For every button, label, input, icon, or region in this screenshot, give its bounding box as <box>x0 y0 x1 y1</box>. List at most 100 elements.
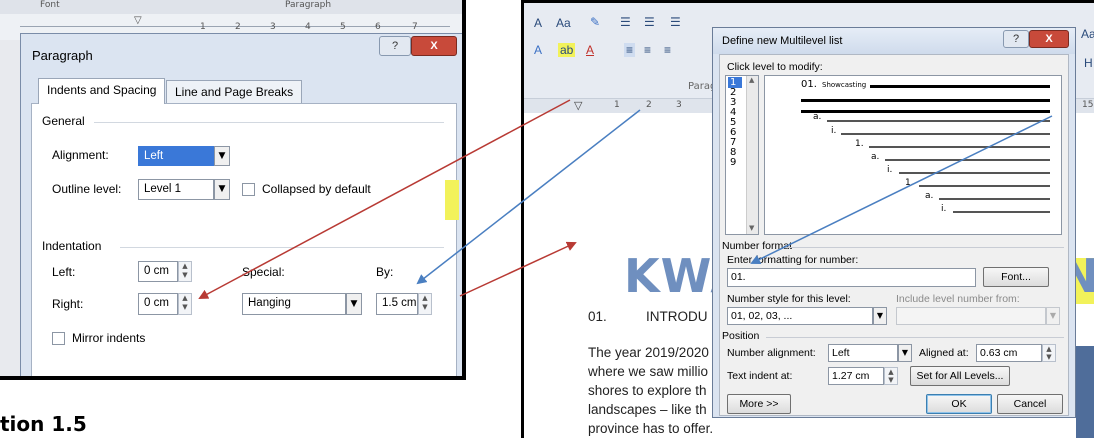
scrollbar[interactable]: ▲ ▼ <box>746 76 758 234</box>
number-style-label: Number style for this level: <box>727 293 851 305</box>
change-case-icon[interactable]: Aa <box>556 16 571 30</box>
text-effects-icon[interactable]: A <box>534 43 542 57</box>
tab-line-and-page-breaks[interactable]: Line and Page Breaks <box>166 80 303 104</box>
preview-label: a. <box>813 112 822 122</box>
indentation-heading: Indentation <box>42 239 102 253</box>
position-heading: Position <box>722 330 760 342</box>
font-color-icon[interactable]: A <box>586 43 594 57</box>
left-indent-input[interactable]: 0 cm <box>138 261 178 282</box>
aligned-at-label: Aligned at: <box>919 347 969 359</box>
scroll-down-icon[interactable]: ▼ <box>749 224 754 232</box>
dialog-title: Define new Multilevel list <box>722 35 843 47</box>
include-level-label: Include level number from: <box>896 293 1020 305</box>
collapsed-checkbox[interactable] <box>242 183 255 196</box>
spinner-icon[interactable]: ▲ ▼ <box>1042 344 1056 362</box>
close-icon: X <box>430 40 438 52</box>
dropdown-arrow-icon[interactable]: ▼ <box>873 307 887 325</box>
group-divider <box>766 337 1064 338</box>
spinner-icon[interactable]: ▲ ▼ <box>178 293 192 315</box>
ruler-number: 1 <box>200 22 206 32</box>
tab-indents-and-spacing[interactable]: Indents and Spacing <box>38 78 166 104</box>
dropdown-arrow-icon[interactable]: ▼ <box>346 293 362 315</box>
mirror-indents-checkbox[interactable] <box>52 332 65 345</box>
ruler-number: 6 <box>375 22 381 32</box>
spinner-icon[interactable]: ▲ ▼ <box>884 367 898 385</box>
number-alignment-select[interactable]: Left <box>828 344 898 362</box>
cancel-button[interactable]: Cancel <box>997 394 1063 414</box>
heading-number: 01. <box>588 309 607 324</box>
close-button[interactable]: X <box>411 36 457 56</box>
more-label: More >> <box>739 398 779 410</box>
special-value: Hanging <box>248 297 291 309</box>
right-indent-input[interactable]: 0 cm <box>138 293 178 315</box>
set-for-all-levels-button[interactable]: Set for All Levels... <box>910 366 1010 386</box>
ruler-number: 1 <box>614 100 620 110</box>
left-indent-value: 0 cm <box>144 265 169 277</box>
help-button[interactable]: ? <box>1003 30 1029 48</box>
preview-label: 1. <box>905 178 914 188</box>
alignment-value: Left <box>144 150 164 162</box>
aligned-at-input[interactable]: 0.63 cm <box>976 344 1042 362</box>
level-listbox[interactable]: 1 2 3 4 5 6 7 8 9 ▲ ▼ <box>725 75 759 235</box>
general-heading: General <box>42 114 85 128</box>
help-button[interactable]: ? <box>379 36 411 56</box>
by-value: 1.5 cm <box>382 297 417 309</box>
ruler-number: 5 <box>340 22 346 32</box>
list-preview[interactable]: 01. Showcasting a. i. 1. a. i. 1. a. i. <box>764 75 1062 235</box>
text-indent-input[interactable]: 1.27 cm <box>828 367 884 385</box>
paragraph-group-label: Paragraph <box>285 0 332 10</box>
by-label: By: <box>376 265 394 279</box>
dialog-body: Click level to modify: 1 2 3 4 5 6 7 8 9… <box>719 54 1069 416</box>
scroll-up-icon[interactable]: ▲ <box>749 76 754 84</box>
number-format-heading: Number format <box>722 240 793 252</box>
close-button[interactable]: X <box>1029 30 1069 48</box>
ruler-number: 7 <box>412 22 418 32</box>
clear-formatting-icon[interactable]: ✎ <box>590 15 600 29</box>
outline-level-label: Outline level: <box>52 182 122 196</box>
ruler-indent-marker-icon[interactable]: ▽ <box>574 99 582 112</box>
ruler-indent-marker-icon[interactable]: ▽ <box>134 15 142 26</box>
spinner-icon[interactable]: ▲ ▼ <box>418 293 432 315</box>
right-indent-value: 0 cm <box>144 297 169 309</box>
preview-label: i. <box>887 165 893 175</box>
body-line: shores to explore th <box>588 383 707 398</box>
number-format-input[interactable]: 01. <box>727 268 976 287</box>
font-button[interactable]: Font... <box>983 267 1049 287</box>
outline-level-select[interactable]: Level 1 <box>138 179 214 200</box>
multilevel-list-icon[interactable]: ☰ <box>670 15 681 29</box>
ok-button[interactable]: OK <box>926 394 992 414</box>
dropdown-arrow-icon[interactable]: ▼ <box>898 344 912 362</box>
align-left-icon[interactable]: ≡ <box>624 43 636 57</box>
grow-font-icon[interactable]: A <box>534 16 542 30</box>
body-line: landscapes – like th <box>588 402 707 417</box>
more-button[interactable]: More >> <box>727 394 791 414</box>
dropdown-arrow-icon[interactable]: ▼ <box>214 146 230 166</box>
special-select[interactable]: Hanging <box>242 293 346 315</box>
number-style-value: 01, 02, 03, ... <box>731 310 793 322</box>
tab-content: General Alignment: Left ▼ Outline level:… <box>31 103 457 376</box>
word-screenshot-panel: A Aa ✎ ☰ ☰ ☰ A ab A ≡ ≡ ≡ Parag Aa H ▽ 1… <box>521 0 1094 438</box>
styles-gallery-partial[interactable]: H <box>1084 56 1093 70</box>
highlight-icon[interactable]: ab <box>558 43 576 57</box>
dropdown-arrow-icon[interactable]: ▼ <box>1046 307 1060 325</box>
group-divider <box>94 122 444 123</box>
spinner-icon[interactable]: ▲ ▼ <box>178 261 192 282</box>
level-item[interactable]: 9 <box>730 158 736 168</box>
by-input[interactable]: 1.5 cm <box>376 293 418 315</box>
number-alignment-value: Left <box>832 347 850 359</box>
alignment-select[interactable]: Left <box>138 146 214 166</box>
align-center-icon[interactable]: ≡ <box>644 43 651 57</box>
styles-gallery-partial[interactable]: Aa <box>1081 27 1094 41</box>
body-line: The year 2019/2020 <box>588 345 709 360</box>
dropdown-arrow-icon[interactable]: ▼ <box>214 179 230 200</box>
include-level-select[interactable] <box>896 307 1046 325</box>
body-line: where we saw millio <box>588 364 709 379</box>
group-divider <box>784 247 1064 248</box>
number-style-select[interactable]: 01, 02, 03, ... <box>727 307 873 325</box>
align-right-icon[interactable]: ≡ <box>664 43 671 57</box>
bullets-icon[interactable]: ☰ <box>620 15 631 29</box>
preview-label: 1. <box>855 139 864 149</box>
outline-level-value: Level 1 <box>144 183 182 195</box>
highlighted-text-fragment <box>445 180 459 220</box>
numbering-icon[interactable]: ☰ <box>644 15 655 29</box>
